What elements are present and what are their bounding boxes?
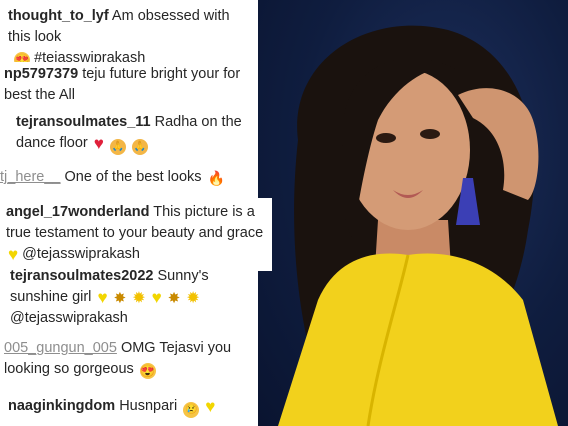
comment-username[interactable]: np5797379 [4, 66, 78, 82]
red-heart-icon: ♥ [93, 134, 104, 153]
comment-text: Husnpari [119, 398, 178, 414]
comment-username[interactable]: 005_gungun_005 [4, 340, 117, 356]
sparkle-icon: ✸ [167, 290, 181, 307]
comment-card: naaginkingdom Husnpari 😢 ♥ [0, 392, 258, 426]
sun-icon: ✹ [186, 290, 200, 307]
comment-card: tj_here__ One of the best looks 🔥 [0, 165, 258, 190]
comment-username[interactable]: angel_17wonderland [6, 204, 149, 220]
comment-card: np5797379 teju future bright your for be… [0, 62, 258, 108]
comment-card: angel_17wonderland This picture is a tru… [0, 198, 272, 271]
comment-card: tejransoulmates2022 Sunny's sunshine gir… [0, 262, 258, 333]
comment-mention[interactable]: @tejasswiprakash [22, 246, 140, 262]
sparkle-icon: ✸ [113, 290, 127, 307]
crying-face-icon: 😢 [183, 402, 200, 418]
sun-icon: ✹ [132, 290, 146, 307]
yellow-heart-icon: ♥ [97, 288, 108, 307]
praying-hands-icon: 🙏 [131, 139, 148, 155]
comment-card: 005_gungun_005 OMG Tejasvi you looking s… [0, 334, 258, 384]
smiling-heart-eyes-icon: 😍 [139, 363, 156, 379]
comment-text: One of the best looks [64, 169, 202, 185]
praying-hands-icon: 🙏 [109, 139, 126, 155]
comment-username[interactable]: tejransoulmates_11 [16, 114, 151, 130]
comment-username[interactable]: naaginkingdom [8, 398, 115, 414]
yellow-heart-icon: ♥ [205, 397, 216, 416]
comment-username[interactable]: thought_to_lyf [8, 8, 109, 24]
fire-icon: 🔥 [207, 170, 225, 186]
yellow-heart-icon: ♥ [151, 288, 162, 307]
comment-card: tejransoulmates_11 Radha on the dance fl… [10, 110, 258, 157]
yellow-heart-icon: ♥ [8, 245, 19, 264]
portrait-photo [258, 0, 568, 426]
portrait-illustration [278, 25, 558, 426]
comment-mention[interactable]: @tejasswiprakash [10, 310, 128, 326]
comment-username[interactable]: tejransoulmates2022 [10, 268, 153, 284]
comment-username[interactable]: tj_here__ [0, 169, 60, 185]
